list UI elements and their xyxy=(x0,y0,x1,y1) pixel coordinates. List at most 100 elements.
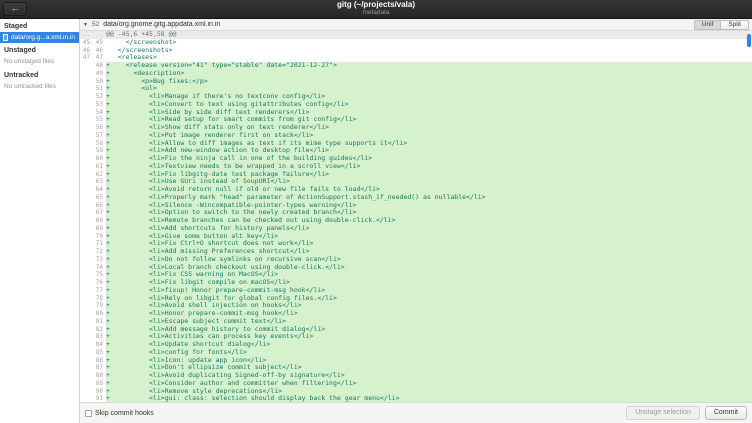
expander-icon[interactable]: ▼ xyxy=(83,22,88,28)
diff-line[interactable]: 69+ <li>Add shortcuts for history panels… xyxy=(80,225,752,233)
diff-file-header: ▼ 52 data/org.gnome.gitg.appdata.xml.in.… xyxy=(80,19,752,31)
diff-line[interactable]: 64+ <li>Avoid return null if old or new … xyxy=(80,186,752,194)
split-view-button[interactable]: Split xyxy=(721,20,749,30)
diff-line[interactable]: 78+ <li>Rely on libgit for global config… xyxy=(80,295,752,303)
diff-line[interactable]: 91+ <li>gui: class: selection should dis… xyxy=(80,395,752,402)
diff-line[interactable]: 61+ <li>Textview needs to be wrapped in … xyxy=(80,163,752,171)
diff-line[interactable]: 60+ <li>Fix the ninja call in one of the… xyxy=(80,155,752,163)
new-line-number: 47 xyxy=(93,54,106,62)
commit-button[interactable]: Commit xyxy=(705,406,747,420)
diff-line[interactable]: 49+ <description> xyxy=(80,70,752,78)
code-text: + <ul> xyxy=(106,85,752,93)
new-line-number: 86 xyxy=(93,357,106,365)
diff-line[interactable]: 4646 </screenshots> xyxy=(80,47,752,55)
diff-line[interactable]: 81+ <li>Escape subject commit text</li> xyxy=(80,318,752,326)
diff-line[interactable]: 53+ <li>Convert to text using gitattribu… xyxy=(80,101,752,109)
diff-view-toggle: Unif Split xyxy=(694,20,749,30)
diff-line[interactable]: 57+ <li>Put image renderer first on stac… xyxy=(80,132,752,140)
diff-line[interactable]: 75+ <li>Fix CSS warning on MacOS</li> xyxy=(80,271,752,279)
unstage-selection-button[interactable]: Unstage selection xyxy=(626,406,700,420)
diff-line[interactable]: 73+ <li>Do not follow symlinks on recurs… xyxy=(80,256,752,264)
section-staged-label: Staged xyxy=(0,19,79,32)
diff-line[interactable]: 65+ <li>Properly mark "head" parameter o… xyxy=(80,194,752,202)
back-button[interactable]: ← xyxy=(3,2,27,16)
new-line-number: 57 xyxy=(93,132,106,140)
diff-view: ....@@ -45,6 +45,58 @@4545 </screenshot>… xyxy=(80,31,752,402)
code-text: + <li>Show diff stats only on text rende… xyxy=(106,124,752,132)
diff-line[interactable]: 85+ <li>config for fonts</li> xyxy=(80,349,752,357)
new-line-number: 60 xyxy=(93,155,106,163)
code-text: + <li>config for fonts</li> xyxy=(106,349,752,357)
diff-line[interactable]: 77+ <li>fixup! Honor prepare-commit-msg … xyxy=(80,287,752,295)
diff-line[interactable]: 4545 </screenshot> xyxy=(80,39,752,47)
diff-line[interactable]: 51+ <ul> xyxy=(80,85,752,93)
new-line-number: 45 xyxy=(93,39,106,47)
untracked-empty-label: No untracked files xyxy=(0,81,79,93)
diff-line[interactable]: 66+ <li>Silence -Wincompatible-pointer-t… xyxy=(80,202,752,210)
diff-line[interactable]: 70+ <li>Give some button alt key</li> xyxy=(80,233,752,241)
new-line-number: 55 xyxy=(93,116,106,124)
old-line-number xyxy=(80,140,93,148)
diff-line[interactable]: 86+ <li>Icon: update app icon</li> xyxy=(80,357,752,365)
new-line-number: .. xyxy=(93,31,106,39)
diff-line[interactable]: 56+ <li>Show diff stats only on text ren… xyxy=(80,124,752,132)
diff-line[interactable]: 50+ <p>Bug fixes:</p> xyxy=(80,78,752,86)
diff-line[interactable]: 55+ <li>Read setup for smart commits fro… xyxy=(80,116,752,124)
old-line-number xyxy=(80,101,93,109)
diff-line[interactable]: 52+ <li>Manage if there's no textconv co… xyxy=(80,93,752,101)
diff-line[interactable]: 54+ <li>Side by side diff text renderers… xyxy=(80,109,752,117)
diff-line[interactable]: 88+ <li>Avoid duplicating Signed-off-by … xyxy=(80,372,752,380)
diff-line[interactable]: 83+ <li>Activities can process key event… xyxy=(80,333,752,341)
new-line-number: 53 xyxy=(93,101,106,109)
code-text: + <li>fixup! Honor prepare-commit-msg ho… xyxy=(106,287,752,295)
code-text: + <li>Properly mark "head" parameter of … xyxy=(106,194,752,202)
diff-line[interactable]: 67+ <li>Option to switch to the newly cr… xyxy=(80,209,752,217)
diff-line[interactable]: 4747 <releases> xyxy=(80,54,752,62)
diff-line[interactable]: ....@@ -45,6 +45,58 @@ xyxy=(80,31,752,39)
diff-line[interactable]: 62+ <li>Fix libgitg-date test package fa… xyxy=(80,171,752,179)
new-line-number: 82 xyxy=(93,326,106,334)
code-text: + <li>Put image renderer first on stack<… xyxy=(106,132,752,140)
diff-line[interactable]: 76+ <li>Fix libgit compile on macOS</li> xyxy=(80,279,752,287)
code-text: + <li>Give some button alt key</li> xyxy=(106,233,752,241)
diff-line[interactable]: 72+ <li>Add missing Preferences shortcut… xyxy=(80,248,752,256)
new-line-number: 66 xyxy=(93,202,106,210)
unified-view-button[interactable]: Unif xyxy=(694,20,722,30)
staged-file-name: data/org.g...a.xml.in.in xyxy=(11,34,75,41)
scrollbar-thumb[interactable] xyxy=(747,34,751,47)
new-line-number: 54 xyxy=(93,109,106,117)
staged-file-item[interactable]: data/org.g...a.xml.in.in xyxy=(0,32,79,43)
old-line-number xyxy=(80,248,93,256)
diff-line[interactable]: 84+ <li>Update shortcut dialog</li> xyxy=(80,341,752,349)
old-line-number xyxy=(80,240,93,248)
code-text: + <p>Bug fixes:</p> xyxy=(106,78,752,86)
old-line-number xyxy=(80,388,93,396)
diff-line[interactable]: 87+ <li>Don't ellipsize commit subject</… xyxy=(80,364,752,372)
diff-line[interactable]: 68+ <li>Remote branches can be checked o… xyxy=(80,217,752,225)
checkbox-icon[interactable] xyxy=(85,410,92,417)
code-text: </screenshot> xyxy=(106,39,752,47)
skip-commit-hooks-checkbox[interactable]: Skip commit hooks xyxy=(85,410,154,417)
diff-line[interactable]: 59+ <li>Add new-window action to desktop… xyxy=(80,147,752,155)
diff-line[interactable]: 90+ <li>Remove style deprecations</li> xyxy=(80,388,752,396)
diff-line[interactable]: 89+ <li>Consider author and committer wh… xyxy=(80,380,752,388)
new-line-number: 71 xyxy=(93,240,106,248)
old-line-number xyxy=(80,287,93,295)
code-text: + <li>Add shortcuts for history panels</… xyxy=(106,225,752,233)
diff-line[interactable]: 58+ <li>Allow to diff images as text if … xyxy=(80,140,752,148)
code-text: <releases> xyxy=(106,54,752,62)
new-line-number: 74 xyxy=(93,264,106,272)
diff-line[interactable]: 80+ <li>Honor prepare-commit-msg hook</l… xyxy=(80,310,752,318)
old-line-number: .. xyxy=(80,31,93,39)
code-text: + <release version="41" type="stable" da… xyxy=(106,62,752,70)
code-text: + <li>Convert to text using gitattribute… xyxy=(106,101,752,109)
diff-line[interactable]: 63+ <li>Use GUri instead of SoupURI</li> xyxy=(80,178,752,186)
code-text: + <li>Honor prepare-commit-msg hook</li> xyxy=(106,310,752,318)
diff-line[interactable]: 48+ <release version="41" type="stable" … xyxy=(80,62,752,70)
diff-line[interactable]: 74+ <li>Local branch checkout using doub… xyxy=(80,264,752,272)
old-line-number xyxy=(80,171,93,179)
diff-line[interactable]: 79+ <li>Avoid shell injection on hooks</… xyxy=(80,302,752,310)
diff-line[interactable]: 71+ <li>Fix Ctrl+O shortcut does not wor… xyxy=(80,240,752,248)
diff-line[interactable]: 82+ <li>Add message history to commit di… xyxy=(80,326,752,334)
diff-file-path: data/org.gnome.gitg.appdata.xml.in.in xyxy=(103,21,220,28)
